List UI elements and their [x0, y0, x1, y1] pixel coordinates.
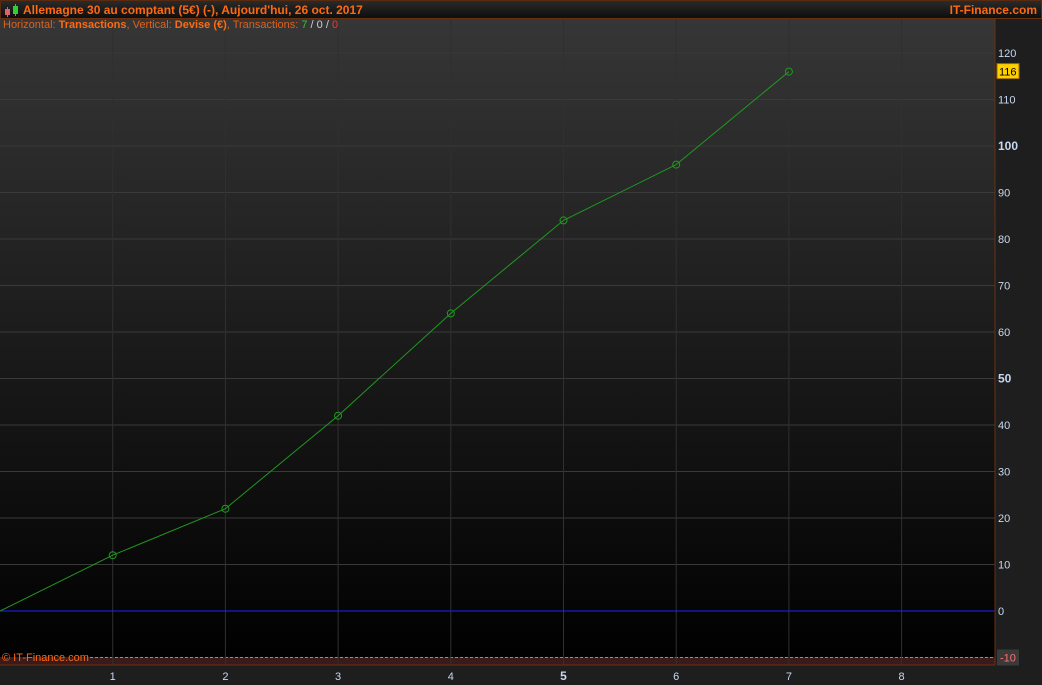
h-value: Transactions	[58, 19, 127, 31]
x-tick-label: 8	[899, 671, 905, 683]
y-tick-label: 110	[998, 95, 1016, 107]
h-label: Horizontal:	[3, 19, 59, 31]
y-tick-label: 100	[998, 139, 1018, 153]
v-value: Devise (€)	[174, 19, 227, 31]
equity-chart: -10 0 10 20 30 40 50 60 70 80 90 100 110 120 1 2 3 4 5 6 7 8 1…	[0, 18, 1020, 683]
y-tick-label: 50	[998, 372, 1012, 386]
candlestick-logo-icon	[5, 4, 18, 17]
y-tick-label: 40	[998, 420, 1010, 432]
brand-link[interactable]: IT-Finance.com	[950, 3, 1037, 17]
t-label: , Transactions:	[226, 19, 302, 31]
x-tick-label: 2	[222, 671, 228, 683]
y-tick-label: 70	[998, 281, 1010, 293]
title-bar: Allemagne 30 au comptant (5€) (-), Aujou…	[0, 0, 1042, 19]
y-tick-label: 10	[998, 560, 1010, 572]
x-tick-label: 5	[560, 669, 567, 683]
y-tick-label: 0	[998, 606, 1004, 618]
v-label: , Vertical:	[126, 19, 175, 31]
sep2: /	[322, 19, 332, 31]
y-tick-label: 90	[998, 188, 1010, 200]
x-tick-label: 3	[335, 671, 341, 683]
t-loss: 0	[331, 19, 339, 31]
chart-subtitle: Horizontal: Transactions, Vertical: Devi…	[3, 19, 338, 31]
y-tick-label: 80	[998, 234, 1010, 246]
x-tick-label: 4	[448, 671, 454, 683]
y-tick-label: 30	[998, 467, 1010, 479]
x-tick-label: 7	[786, 671, 792, 683]
watermark: © IT-Finance.com	[2, 652, 89, 664]
chart-title: Allemagne 30 au comptant (5€) (-), Aujou…	[23, 3, 363, 17]
last-value-label: 116	[999, 67, 1017, 79]
y-tick-label: 20	[998, 513, 1010, 525]
x-tick-label: 6	[673, 671, 679, 683]
y-tick-label: -10	[1000, 653, 1016, 665]
y-tick-label: 60	[998, 327, 1010, 339]
plot-area	[0, 18, 995, 665]
negative-zone	[0, 657, 995, 665]
y-tick-label: 120	[998, 48, 1016, 60]
sep1: /	[307, 19, 317, 31]
x-tick-label: 1	[110, 671, 116, 683]
